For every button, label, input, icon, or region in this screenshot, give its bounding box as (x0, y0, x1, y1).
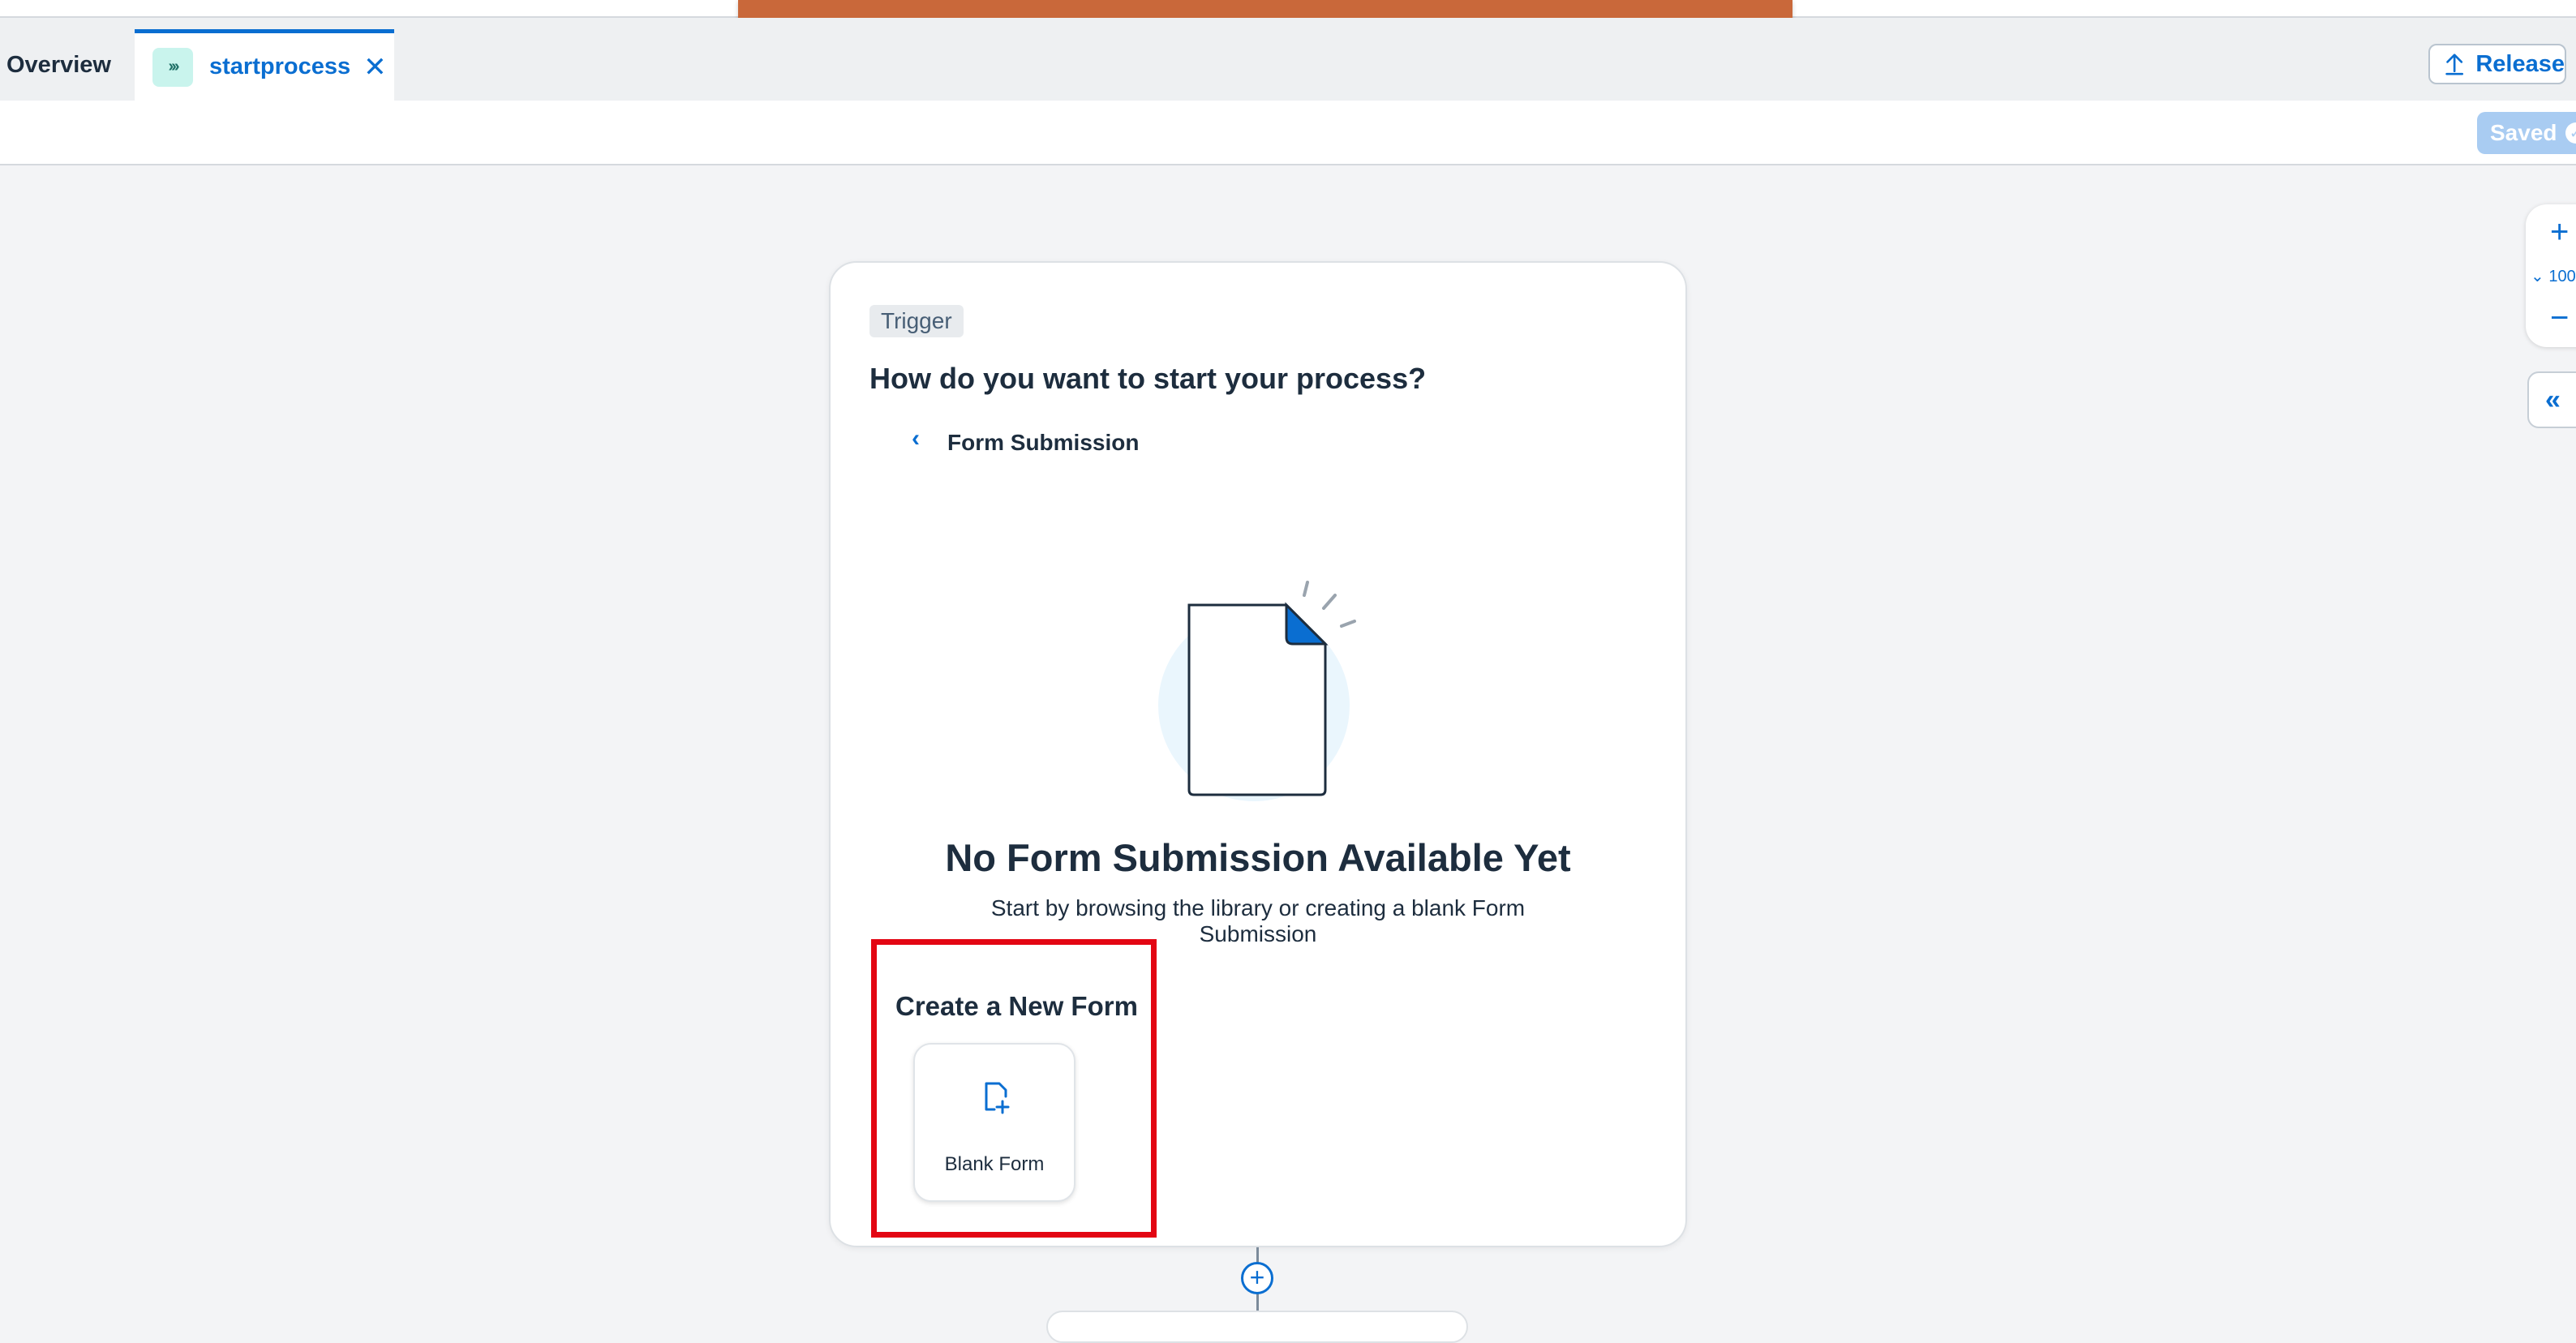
toolbar (0, 101, 2576, 165)
double-chevron-right-icon: ››› (152, 48, 193, 87)
release-label: Release (2475, 51, 2565, 78)
blank-form-card[interactable]: Blank Form (913, 1043, 1075, 1202)
add-step-plus-icon[interactable]: + (1241, 1262, 1273, 1294)
close-icon[interactable]: ✕ (363, 54, 387, 81)
zoom-controls: + ⌄ 100 − (2526, 204, 2576, 347)
add-document-icon (978, 1077, 1014, 1116)
empty-document-illustration (1147, 563, 1374, 806)
blank-form-label: Blank Form (915, 1153, 1074, 1176)
saved-button[interactable]: Saved ✓ (2477, 112, 2576, 154)
chevron-down-icon: ⌄ (2531, 268, 2544, 285)
zoom-level[interactable]: ⌄ 100 (2531, 266, 2576, 286)
release-button[interactable]: Release (2428, 44, 2566, 84)
tab-startprocess[interactable]: ››› startprocess ✕ (135, 29, 394, 101)
zoom-in-plus-icon[interactable]: + (2550, 214, 2569, 251)
form-submission-title: Form Submission (947, 430, 1139, 456)
upload-icon (2445, 51, 2464, 77)
tab-startprocess-label: startprocess (209, 54, 350, 80)
card-title: How do you want to start your process? (869, 362, 1426, 396)
double-chevron-left-icon: « (2545, 384, 2561, 416)
collapse-panel-button[interactable]: « (2527, 371, 2576, 428)
create-new-form-title: Create a New Form (895, 991, 1138, 1022)
zoom-out-minus-icon[interactable]: − (2550, 300, 2569, 337)
empty-state-title: No Form Submission Available Yet (831, 835, 1685, 880)
trigger-badge: Trigger (869, 305, 964, 337)
saved-label: Saved (2490, 120, 2557, 146)
check-icon: ✓ (2565, 122, 2576, 144)
tab-overview-label: Overview (6, 52, 111, 79)
back-chevron-icon[interactable]: ‹ (895, 418, 936, 459)
tab-overview[interactable]: Overview (0, 32, 111, 97)
zoom-value-text: 100 (2548, 268, 2575, 285)
next-step-card[interactable] (1046, 1311, 1468, 1343)
